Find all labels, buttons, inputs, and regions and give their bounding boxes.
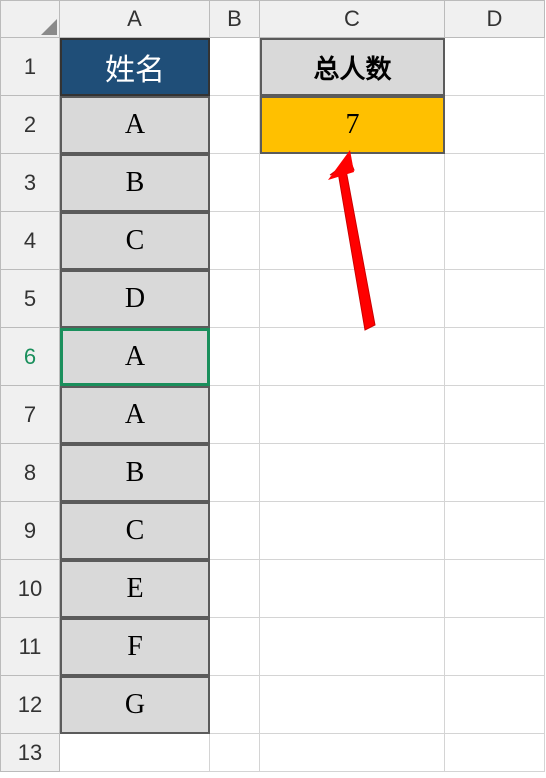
cell-d10[interactable] <box>445 560 545 618</box>
row-header-1[interactable]: 1 <box>0 38 60 96</box>
cell-d7[interactable] <box>445 386 545 444</box>
cell-d4[interactable] <box>445 212 545 270</box>
cell-c9[interactable] <box>260 502 445 560</box>
cell-c10[interactable] <box>260 560 445 618</box>
cell-d11[interactable] <box>445 618 545 676</box>
cell-b9[interactable] <box>210 502 260 560</box>
col-header-d[interactable]: D <box>445 0 545 38</box>
cell-b7[interactable] <box>210 386 260 444</box>
cell-c2[interactable]: 7 <box>260 96 445 154</box>
cell-b2[interactable] <box>210 96 260 154</box>
cell-d12[interactable] <box>445 676 545 734</box>
cell-b1[interactable] <box>210 38 260 96</box>
cell-d9[interactable] <box>445 502 545 560</box>
row-header-12[interactable]: 12 <box>0 676 60 734</box>
cell-a9[interactable]: C <box>60 502 210 560</box>
cell-c7[interactable] <box>260 386 445 444</box>
cell-b13[interactable] <box>210 734 260 772</box>
cell-b12[interactable] <box>210 676 260 734</box>
row-header-11[interactable]: 11 <box>0 618 60 676</box>
cell-a6[interactable]: A <box>60 328 210 386</box>
cell-c4[interactable] <box>260 212 445 270</box>
row-header-8[interactable]: 8 <box>0 444 60 502</box>
cell-c12[interactable] <box>260 676 445 734</box>
row-header-9[interactable]: 9 <box>0 502 60 560</box>
cell-a4[interactable]: C <box>60 212 210 270</box>
cell-d2[interactable] <box>445 96 545 154</box>
cell-c5[interactable] <box>260 270 445 328</box>
cell-b11[interactable] <box>210 618 260 676</box>
cell-a8[interactable]: B <box>60 444 210 502</box>
select-all-corner[interactable] <box>0 0 60 38</box>
cell-a2[interactable]: A <box>60 96 210 154</box>
row-header-13[interactable]: 13 <box>0 734 60 772</box>
row-header-10[interactable]: 10 <box>0 560 60 618</box>
cell-a10[interactable]: E <box>60 560 210 618</box>
col-header-c[interactable]: C <box>260 0 445 38</box>
cell-b10[interactable] <box>210 560 260 618</box>
row-header-6[interactable]: 6 <box>0 328 60 386</box>
col-header-b[interactable]: B <box>210 0 260 38</box>
cell-d13[interactable] <box>445 734 545 772</box>
cell-a12[interactable]: G <box>60 676 210 734</box>
cell-c11[interactable] <box>260 618 445 676</box>
spreadsheet-grid: A B C D 1 姓名 总人数 2 A 7 3 B 4 C 5 D 6 A 7… <box>0 0 546 772</box>
cell-b8[interactable] <box>210 444 260 502</box>
select-all-triangle-icon <box>41 19 57 35</box>
cell-d1[interactable] <box>445 38 545 96</box>
row-header-7[interactable]: 7 <box>0 386 60 444</box>
row-header-4[interactable]: 4 <box>0 212 60 270</box>
cell-b3[interactable] <box>210 154 260 212</box>
cell-c6[interactable] <box>260 328 445 386</box>
cell-d5[interactable] <box>445 270 545 328</box>
cell-b4[interactable] <box>210 212 260 270</box>
cell-c1[interactable]: 总人数 <box>260 38 445 96</box>
row-header-2[interactable]: 2 <box>0 96 60 154</box>
col-header-a[interactable]: A <box>60 0 210 38</box>
cell-c13[interactable] <box>260 734 445 772</box>
cell-a5[interactable]: D <box>60 270 210 328</box>
cell-b5[interactable] <box>210 270 260 328</box>
cell-a1[interactable]: 姓名 <box>60 38 210 96</box>
cell-a13[interactable] <box>60 734 210 772</box>
cell-d8[interactable] <box>445 444 545 502</box>
cell-b6[interactable] <box>210 328 260 386</box>
cell-a7[interactable]: A <box>60 386 210 444</box>
row-header-5[interactable]: 5 <box>0 270 60 328</box>
cell-c8[interactable] <box>260 444 445 502</box>
cell-d3[interactable] <box>445 154 545 212</box>
cell-d6[interactable] <box>445 328 545 386</box>
cell-a11[interactable]: F <box>60 618 210 676</box>
cell-a3[interactable]: B <box>60 154 210 212</box>
cell-c3[interactable] <box>260 154 445 212</box>
row-header-3[interactable]: 3 <box>0 154 60 212</box>
